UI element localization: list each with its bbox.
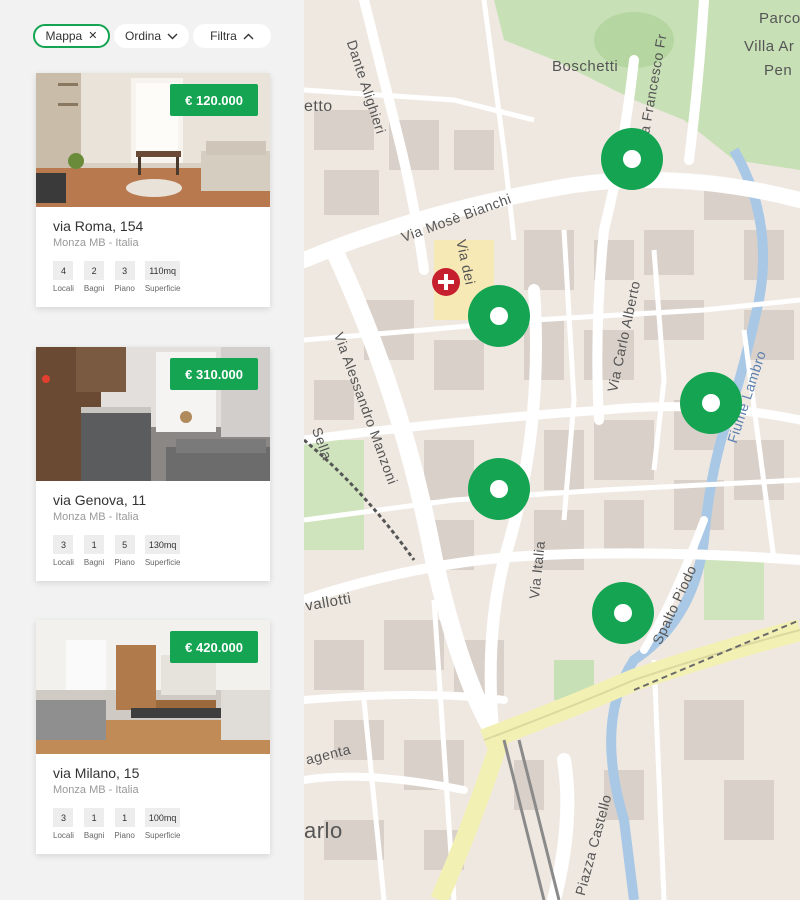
listings-panel: Mappa ✕ Ordina Filtra € 120.000 via Roma…: [0, 0, 304, 900]
map-label: Pen: [764, 62, 793, 79]
map-label: Villa Ar: [744, 38, 795, 55]
stat-floor-label: Piano: [114, 831, 135, 840]
map-label: Boschetti: [552, 58, 619, 75]
close-icon[interactable]: ✕: [88, 30, 97, 42]
listing-card[interactable]: € 120.000 via Roma, 154 Monza MB - Itali…: [36, 73, 270, 307]
listing-city: Monza MB - Italia: [53, 784, 139, 796]
chevron-down-icon: [167, 33, 178, 39]
chevron-up-icon: [243, 33, 254, 39]
stat-rooms-value: 3: [53, 535, 74, 554]
listing-card[interactable]: € 420.000 via Milano, 15 Monza MB - Ital…: [36, 620, 270, 854]
listing-photo[interactable]: € 120.000: [36, 73, 270, 207]
stat-rooms-value: 3: [53, 808, 74, 827]
stat-area-value: 130mq: [144, 535, 181, 554]
stat-baths: 2 Bagni: [84, 261, 104, 293]
stat-rooms-label: Locali: [53, 558, 74, 567]
sort-label: Ordina: [124, 29, 162, 43]
map-view[interactable]: Dante Alighieri Boschetti Via Francesco …: [304, 0, 800, 900]
stat-area: 100mq Superficie: [144, 808, 181, 840]
hospital-icon: [432, 268, 460, 296]
stat-area-label: Superficie: [144, 831, 181, 840]
stat-floor-value: 5: [114, 535, 135, 554]
listing-photo[interactable]: € 310.000: [36, 347, 270, 481]
listing-stats: 3 Locali 1 Bagni 5 Piano 130mq Superficie: [53, 535, 180, 567]
stat-baths: 1 Bagni: [84, 808, 104, 840]
listing-address[interactable]: via Milano, 15: [53, 765, 139, 781]
sort-button[interactable]: Ordina: [114, 24, 189, 48]
map-pin[interactable]: [468, 458, 530, 520]
map-pin[interactable]: [468, 285, 530, 347]
price-badge: € 420.000: [170, 631, 258, 663]
stat-baths-label: Bagni: [83, 558, 105, 567]
stat-baths-label: Bagni: [83, 284, 105, 293]
map-pin[interactable]: [601, 128, 663, 190]
stat-area-label: Superficie: [144, 284, 181, 293]
stat-rooms: 4 Locali: [53, 261, 74, 293]
stat-rooms: 3 Locali: [53, 535, 74, 567]
listing-address[interactable]: via Genova, 11: [53, 492, 146, 508]
filter-button[interactable]: Filtra: [193, 24, 271, 48]
listing-city: Monza MB - Italia: [53, 511, 139, 523]
stat-area-label: Superficie: [144, 558, 181, 567]
filter-bar: Mappa ✕ Ordina Filtra: [33, 24, 271, 48]
stat-floor-label: Piano: [114, 558, 135, 567]
stat-rooms-label: Locali: [53, 284, 74, 293]
stat-baths: 1 Bagni: [84, 535, 104, 567]
stat-baths-value: 2: [84, 261, 105, 280]
map-pin[interactable]: [680, 372, 742, 434]
map-label: arlo: [304, 818, 343, 843]
price-badge: € 120.000: [170, 84, 258, 116]
stat-area: 110mq Superficie: [144, 261, 181, 293]
stat-rooms: 3 Locali: [53, 808, 74, 840]
listing-photo[interactable]: € 420.000: [36, 620, 270, 754]
map-toggle-label: Mappa: [45, 29, 83, 43]
map-toggle-button[interactable]: Mappa ✕: [33, 24, 110, 48]
stat-rooms-label: Locali: [53, 831, 74, 840]
map-label: Parco: [759, 10, 800, 27]
stat-floor-value: 1: [114, 808, 135, 827]
map-label: etto: [304, 98, 333, 115]
listing-stats: 3 Locali 1 Bagni 1 Piano 100mq Superficie: [53, 808, 180, 840]
listing-address[interactable]: via Roma, 154: [53, 218, 143, 234]
stat-floor: 5 Piano: [114, 535, 135, 567]
stat-floor-value: 3: [114, 261, 135, 280]
stat-baths-label: Bagni: [83, 831, 105, 840]
listing-stats: 4 Locali 2 Bagni 3 Piano 110mq Superficie: [53, 261, 180, 293]
stat-area-value: 110mq: [145, 261, 181, 280]
stat-floor: 3 Piano: [114, 261, 135, 293]
map-pin[interactable]: [592, 582, 654, 644]
filter-label: Filtra: [210, 29, 237, 43]
stat-floor: 1 Piano: [114, 808, 135, 840]
stat-baths-value: 1: [84, 808, 105, 827]
listing-card[interactable]: € 310.000 via Genova, 11 Monza MB - Ital…: [36, 347, 270, 581]
price-badge: € 310.000: [170, 358, 258, 390]
listing-city: Monza MB - Italia: [53, 237, 139, 249]
stat-floor-label: Piano: [114, 284, 135, 293]
stat-area-value: 100mq: [144, 808, 181, 827]
stat-baths-value: 1: [84, 535, 105, 554]
stat-rooms-value: 4: [53, 261, 74, 280]
stat-area: 130mq Superficie: [144, 535, 181, 567]
